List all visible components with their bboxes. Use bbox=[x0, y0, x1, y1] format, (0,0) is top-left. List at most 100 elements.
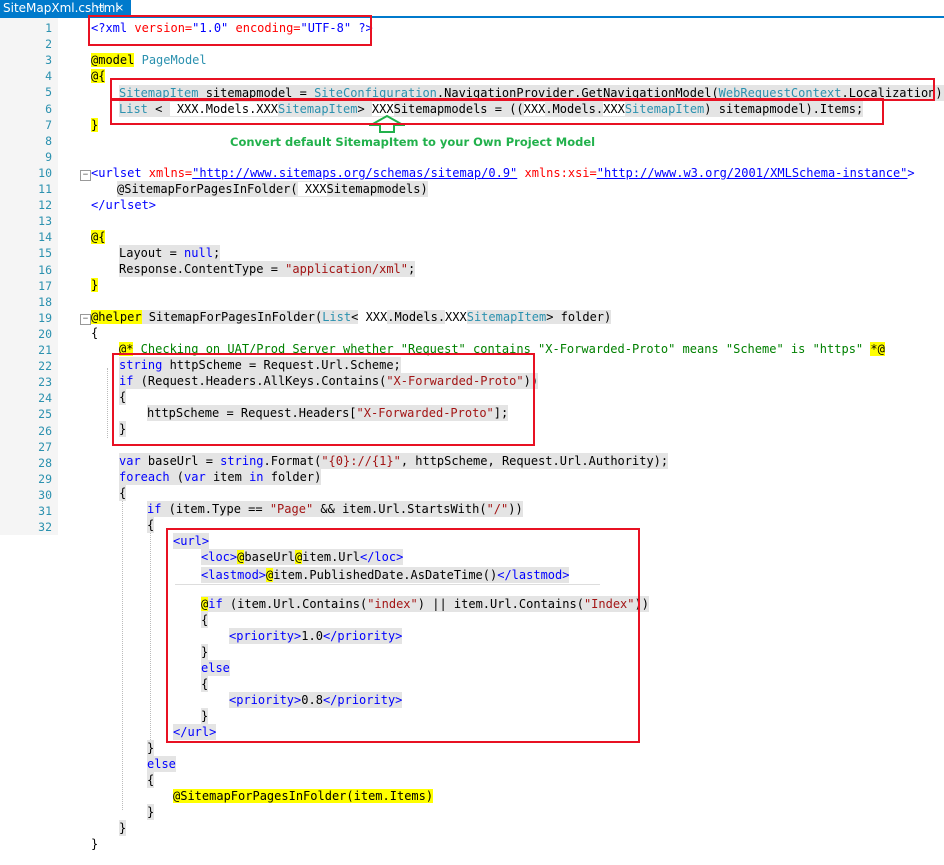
callout-list-conversion bbox=[110, 98, 884, 125]
code-brace-close[interactable]: } bbox=[147, 740, 155, 756]
line-number: 22 bbox=[38, 359, 52, 374]
code-line-12[interactable]: </urlset> bbox=[91, 197, 156, 213]
code-token: } bbox=[91, 118, 99, 132]
code-token: string bbox=[220, 454, 264, 468]
callout-scheme-check bbox=[112, 353, 535, 446]
code-token: XXX bbox=[297, 182, 327, 196]
line-number: 31 bbox=[38, 504, 52, 518]
code-token: > folder) bbox=[546, 310, 612, 324]
line-number: 26 bbox=[38, 423, 52, 438]
code-token: "http://www.w3.org/2001/XMLSchema-instan… bbox=[596, 166, 908, 180]
code-line-30[interactable]: { bbox=[119, 485, 127, 501]
code-token: , httpScheme, Request.Url.Authority); bbox=[400, 454, 669, 468]
code-line-11[interactable]: @SitemapForPagesInFolder( XXXSitemapmode… bbox=[117, 181, 428, 197]
line-number: 6 bbox=[45, 101, 52, 116]
code-line-4[interactable]: @{ bbox=[91, 68, 106, 84]
code-token: && item.Url.StartsWith( bbox=[313, 502, 487, 516]
callout-url-block bbox=[166, 528, 640, 743]
code-token: } bbox=[119, 821, 127, 835]
line-number: 29 bbox=[38, 471, 52, 486]
code-token: "/" bbox=[486, 502, 509, 516]
close-icon[interactable]: × bbox=[115, 0, 124, 16]
line-number: 3 bbox=[45, 53, 52, 68]
callout-xml-declaration bbox=[88, 15, 372, 46]
code-token: { bbox=[119, 486, 127, 500]
line-number: 1 bbox=[45, 21, 52, 35]
collapse-icon[interactable]: − bbox=[80, 170, 91, 181]
indent-guide bbox=[122, 490, 123, 810]
code-brace-close[interactable]: } bbox=[91, 836, 98, 852]
code-token: } bbox=[91, 837, 99, 851]
code-line-3[interactable]: @model PageModel bbox=[91, 52, 207, 68]
indent-guide bbox=[150, 520, 151, 750]
code-token: item bbox=[205, 470, 250, 484]
code-token: } bbox=[91, 278, 99, 292]
tab-sitemapxml[interactable]: SiteMapXml.cshtml ⊣ × bbox=[0, 0, 131, 16]
code-token: Response.ContentType = bbox=[119, 262, 286, 276]
code-token: @helper bbox=[91, 310, 142, 324]
line-number: 19 bbox=[38, 310, 52, 325]
line-number: 24 bbox=[38, 391, 52, 406]
code-token: baseUrl = bbox=[140, 454, 221, 468]
code-token: { bbox=[147, 518, 155, 532]
code-line-29[interactable]: foreach (var item in folder) bbox=[119, 469, 322, 485]
code-token: XXX bbox=[445, 310, 467, 324]
code-line-15[interactable]: Layout = null; bbox=[119, 245, 221, 261]
code-token: else bbox=[147, 757, 176, 771]
line-number: 15 bbox=[38, 246, 52, 261]
code-token: SitemapItem bbox=[466, 310, 547, 324]
code-token: "application/xml" bbox=[285, 262, 408, 276]
code-line-32[interactable]: { bbox=[147, 517, 155, 533]
code-line-20[interactable]: { bbox=[91, 325, 98, 341]
line-number: 17 bbox=[38, 278, 52, 293]
code-line-17[interactable]: } bbox=[91, 277, 99, 293]
code-token: )) bbox=[508, 502, 523, 516]
code-line-14[interactable]: @{ bbox=[91, 229, 106, 245]
code-token: "Page" bbox=[269, 502, 314, 516]
line-number: 16 bbox=[38, 262, 52, 277]
line-number: 28 bbox=[38, 455, 52, 470]
line-number: 10 bbox=[38, 165, 52, 180]
line-number: 9 bbox=[45, 149, 52, 164]
code-else[interactable]: else bbox=[147, 756, 176, 772]
code-recursive-call[interactable]: @SitemapForPagesInFolder(item.Items) bbox=[173, 788, 434, 804]
code-token: var bbox=[184, 470, 206, 484]
code-token: <urlset bbox=[91, 166, 149, 180]
line-number: 5 bbox=[45, 85, 52, 100]
code-token: "http://www.sitemaps.org/schemas/sitemap… bbox=[192, 166, 518, 180]
code-brace-close[interactable]: } bbox=[119, 820, 127, 836]
code-token: SitemapForPagesInFolder( bbox=[141, 310, 323, 324]
code-token: Layout = bbox=[119, 246, 185, 260]
code-token: List bbox=[322, 310, 352, 324]
line-number: 23 bbox=[38, 375, 52, 390]
code-token: XXX bbox=[358, 310, 388, 324]
line-number: 13 bbox=[38, 214, 52, 229]
code-token: } bbox=[147, 741, 155, 755]
code-token: </urlset> bbox=[91, 198, 157, 212]
code-line-28[interactable]: var baseUrl = string.Format("{0}://{1}",… bbox=[119, 453, 669, 469]
code-brace-close[interactable]: } bbox=[147, 804, 155, 820]
line-number: 27 bbox=[38, 439, 52, 454]
pin-icon[interactable]: ⊣ bbox=[95, 0, 105, 16]
code-brace-open[interactable]: { bbox=[147, 772, 155, 788]
code-line-31[interactable]: if (item.Type == "Page" && item.Url.Star… bbox=[147, 501, 523, 517]
code-line-16[interactable]: Response.ContentType = "application/xml"… bbox=[119, 261, 416, 277]
indent-guide bbox=[107, 368, 108, 438]
code-line-19[interactable]: @helper SitemapForPagesInFolder(List< XX… bbox=[91, 309, 612, 325]
line-number: 32 bbox=[38, 520, 52, 535]
line-number: 21 bbox=[38, 343, 52, 357]
collapse-icon[interactable]: − bbox=[80, 314, 91, 325]
code-token: @SitemapForPagesInFolder( bbox=[117, 182, 298, 196]
gutter-extension bbox=[0, 535, 17, 865]
code-token: Sitemapmodels) bbox=[326, 182, 428, 196]
code-token: } bbox=[147, 805, 155, 819]
code-line-10[interactable]: <urlset xmlns="http://www.sitemaps.org/s… bbox=[91, 165, 915, 181]
code-token: in bbox=[249, 470, 264, 484]
code-token: { bbox=[147, 773, 155, 787]
code-token: ; bbox=[408, 262, 416, 276]
code-token: ; bbox=[212, 246, 221, 260]
line-number: 11 bbox=[38, 182, 52, 196]
code-line-7[interactable]: } bbox=[91, 117, 99, 133]
line-number: 30 bbox=[38, 487, 52, 502]
